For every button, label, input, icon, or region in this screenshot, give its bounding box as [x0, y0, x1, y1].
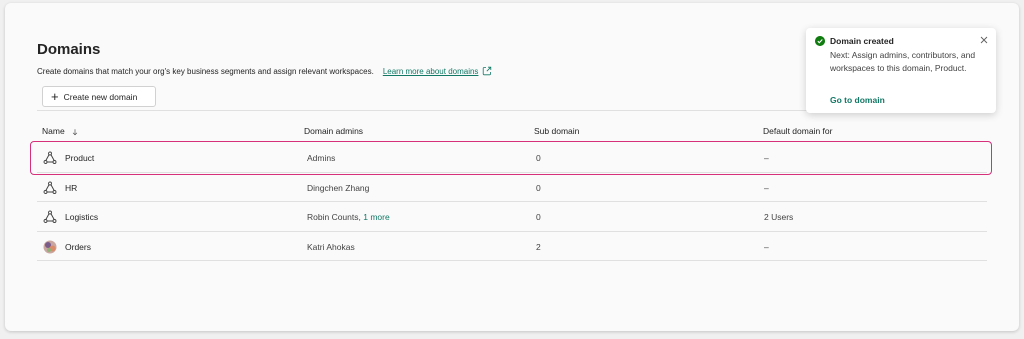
go-to-domain-link[interactable]: Go to domain	[830, 95, 885, 105]
learn-more-link[interactable]: Learn more about domains	[383, 67, 479, 76]
domain-name[interactable]: HR	[65, 183, 77, 193]
column-header-sub-domain[interactable]: Sub domain	[534, 126, 579, 136]
table-row[interactable]: Orders Katri Ahokas 2 –	[37, 232, 987, 261]
success-check-icon	[815, 36, 825, 46]
subtitle-text: Create domains that match your org's key…	[37, 66, 374, 76]
domain-image-icon	[43, 240, 57, 253]
success-toast: Domain created Next: Assign admins, cont…	[806, 28, 996, 113]
admins-more-link[interactable]: 1 more	[363, 212, 389, 222]
domain-name[interactable]: Logistics	[65, 212, 98, 222]
domain-admins: Dingchen Zhang	[307, 182, 370, 193]
domain-admins: Katri Ahokas	[307, 241, 355, 252]
external-link-icon[interactable]	[482, 66, 492, 76]
domain-admins: Admins	[307, 152, 336, 163]
table-row[interactable]: HR Dingchen Zhang 0 –	[37, 173, 987, 202]
domain-icon	[43, 151, 57, 164]
close-icon[interactable]	[979, 35, 989, 45]
table-row[interactable]: Product Admins 0 –	[37, 143, 987, 172]
create-new-domain-button[interactable]: + Create new domain	[42, 86, 156, 107]
column-header-default-for[interactable]: Default domain for	[763, 126, 832, 136]
column-name-label: Name	[42, 126, 65, 136]
table-header: Name Domain admins Sub domain Default do…	[37, 123, 987, 139]
column-header-name[interactable]: Name	[42, 126, 79, 136]
sub-domain-count: 0	[536, 152, 541, 163]
toast-title: Domain created	[830, 36, 894, 46]
domain-name[interactable]: Orders	[65, 242, 91, 252]
domain-admins: Robin Counts, 1 more	[307, 212, 390, 222]
default-domain-for: 2 Users	[764, 211, 794, 222]
domain-name[interactable]: Product	[65, 153, 94, 163]
admins-names: Robin Counts,	[307, 211, 361, 222]
row-divider	[37, 260, 987, 261]
sort-down-icon[interactable]	[71, 128, 79, 136]
toast-body: Next: Assign admins, contributors, and w…	[830, 50, 976, 73]
create-button-label: Create new domain	[63, 91, 138, 102]
domain-icon	[43, 210, 57, 223]
domain-icon	[43, 181, 57, 194]
sub-domain-count: 0	[536, 211, 541, 222]
column-header-admins[interactable]: Domain admins	[304, 126, 363, 136]
sub-domain-count: 2	[536, 241, 541, 252]
header-divider	[37, 141, 987, 142]
default-domain-for: –	[764, 182, 769, 193]
page-title: Domains	[37, 41, 101, 58]
table-row[interactable]: Logistics Robin Counts, 1 more 0 2 Users	[37, 202, 987, 231]
default-domain-for: –	[764, 241, 769, 252]
sub-domain-count: 0	[536, 182, 541, 193]
default-domain-for: –	[764, 152, 769, 163]
plus-icon: +	[51, 88, 59, 104]
page-subtitle: Create domains that match your org's key…	[37, 66, 492, 76]
